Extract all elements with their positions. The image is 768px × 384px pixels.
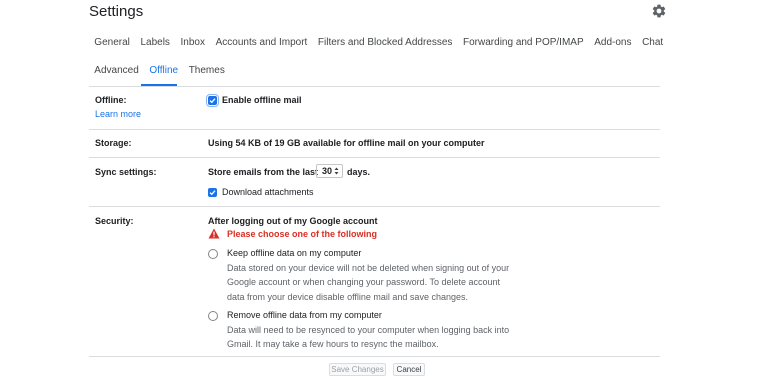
description-line: Gmail. It may take a few hours to resync… (227, 339, 439, 350)
tab-chat[interactable]: Chat (637, 35, 669, 57)
tab-general[interactable]: General (89, 35, 135, 57)
offline-label: Offline: (95, 95, 127, 105)
enable-offline-label: Enable offline mail (222, 95, 302, 105)
sync-settings-label: Sync settings: (95, 167, 157, 177)
sync-prefix-text: Store emails from the last (208, 167, 319, 177)
check-icon (209, 98, 216, 104)
remove-offline-data-label: Remove offline data from my computer (227, 310, 382, 320)
download-attachments-label: Download attachments (222, 187, 314, 197)
dropdown-arrow-icon (334, 167, 339, 175)
settings-tabs-row-2: Advanced Offline Themes (89, 63, 230, 85)
description-line: data from your device disable offline ma… (227, 291, 468, 302)
page-title: Settings (89, 3, 144, 20)
divider (89, 157, 660, 158)
gear-icon[interactable] (651, 3, 667, 19)
tab-advanced[interactable]: Advanced (89, 63, 144, 85)
tab-themes[interactable]: Themes (183, 63, 230, 85)
tab-offline[interactable]: Offline (144, 63, 183, 85)
tab-filters-and-blocked-addresses[interactable]: Filters and Blocked Addresses (313, 35, 458, 57)
description-line: Google account or when changing your pas… (227, 277, 501, 288)
tab-add-ons[interactable]: Add-ons (589, 35, 637, 57)
divider (89, 129, 660, 130)
download-attachments-checkbox[interactable] (208, 188, 217, 197)
save-changes-button[interactable]: Save Changes (329, 363, 386, 376)
divider (89, 356, 660, 357)
storage-usage-text: Using 54 KB of 19 GB available for offli… (208, 138, 485, 148)
settings-tabs-row-1: General Labels Inbox Accounts and Import… (89, 35, 668, 57)
security-label: Security: (95, 216, 134, 226)
security-warning: Please choose one of the following (227, 229, 378, 239)
keep-offline-data-radio[interactable] (208, 249, 218, 259)
learn-more-link[interactable]: Learn more (95, 109, 141, 119)
keep-offline-data-label: Keep offline data on my computer (227, 248, 362, 258)
divider (89, 86, 660, 87)
tab-inbox[interactable]: Inbox (175, 35, 210, 57)
description-line: Data stored on your device will not be d… (227, 263, 510, 273)
keep-offline-data-description: Data stored on your device will not be d… (227, 261, 509, 304)
sync-days-select[interactable]: 30 (316, 164, 343, 178)
sync-suffix-text: days. (347, 167, 371, 177)
warning-icon (208, 228, 220, 239)
tab-forwarding-and-pop-imap[interactable]: Forwarding and POP/IMAP (458, 35, 589, 57)
security-heading: After logging out of my Google account (208, 216, 378, 226)
tab-accounts-and-import[interactable]: Accounts and Import (210, 35, 312, 57)
check-icon (209, 190, 216, 196)
tab-labels[interactable]: Labels (135, 35, 175, 57)
enable-offline-checkbox[interactable] (206, 94, 219, 107)
sync-days-value: 30 (322, 166, 333, 176)
cancel-button[interactable]: Cancel (393, 363, 425, 376)
remove-offline-data-description: Data will need to be resynced to your co… (227, 323, 509, 352)
description-line: Data will need to be resynced to your co… (227, 325, 510, 335)
divider (89, 206, 660, 207)
remove-offline-data-radio[interactable] (208, 311, 218, 321)
storage-label: Storage: (95, 138, 132, 148)
